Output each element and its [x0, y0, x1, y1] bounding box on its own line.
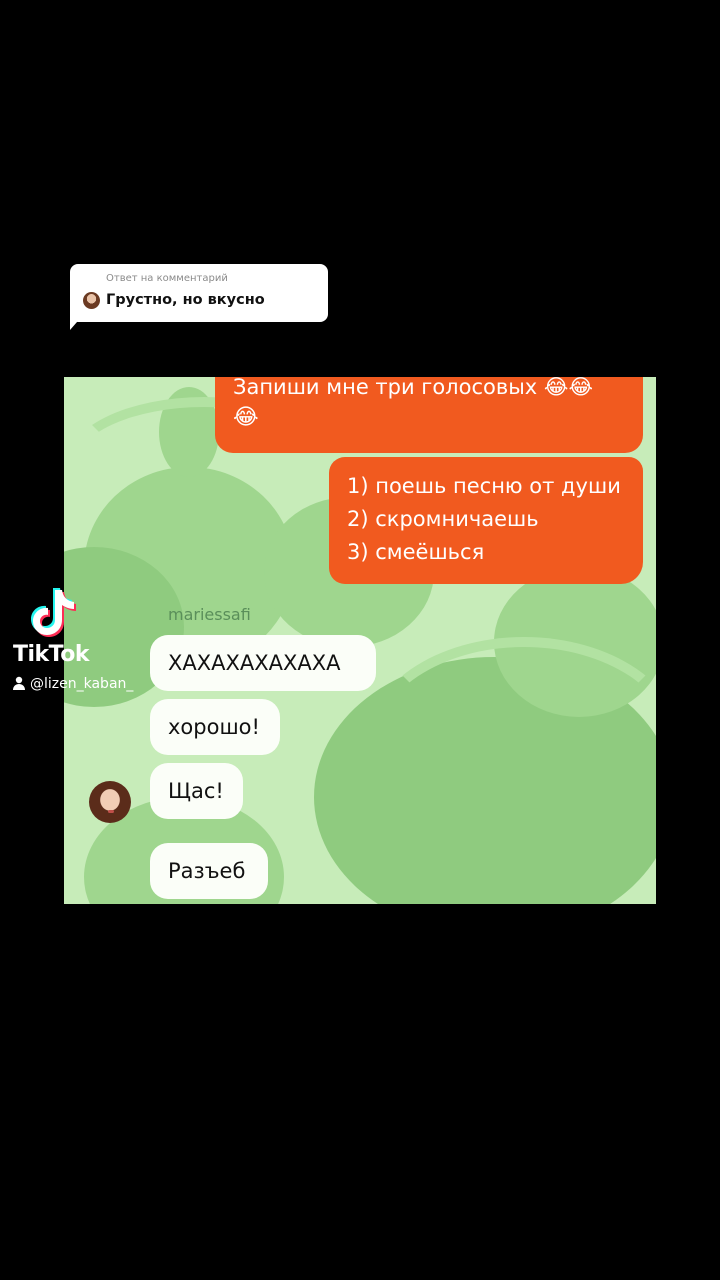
sender-name: mariessafi: [168, 605, 251, 624]
user-icon: [13, 676, 25, 690]
tiktok-logo-icon: [31, 588, 76, 637]
incoming-message: Разъеб: [150, 843, 268, 899]
incoming-message: хорошо!: [150, 699, 280, 755]
message-line: 1) поешь песню от души: [347, 474, 621, 498]
reply-to-comment-sticker[interactable]: Ответ на комментарий Грустно, но вкусно: [70, 264, 328, 322]
incoming-message: Щас!: [150, 763, 243, 819]
avatar-detail: [108, 810, 114, 813]
incoming-message: ХАХАХАХАХАХА: [150, 635, 376, 691]
commenter-avatar: [83, 292, 100, 309]
message-line: 3) смеёшься: [347, 540, 485, 564]
laughing-emoji: 😂: [233, 405, 259, 430]
chat-screenshot: Запиши мне три голосовых 😂😂 😂 1) поешь п…: [64, 377, 656, 904]
reply-header: Ответ на комментарий: [106, 273, 228, 284]
tiktok-brand-name: TikTok: [13, 642, 90, 667]
reply-comment-text: Грустно, но вкусно: [106, 292, 265, 308]
sender-avatar: [89, 781, 131, 823]
message-line: 2) скромничаешь: [347, 507, 539, 531]
reply-sticker-tail: [70, 314, 84, 330]
creator-username: @lizen_kaban_: [12, 676, 133, 692]
username-text: @lizen_kaban_: [30, 676, 134, 692]
outgoing-message-list: 1) поешь песню от души 2) скромничаешь 3…: [329, 457, 643, 584]
outgoing-message: Запиши мне три голосовых 😂😂 😂: [215, 377, 643, 453]
message-text: Запиши мне три голосовых 😂😂: [233, 377, 593, 399]
